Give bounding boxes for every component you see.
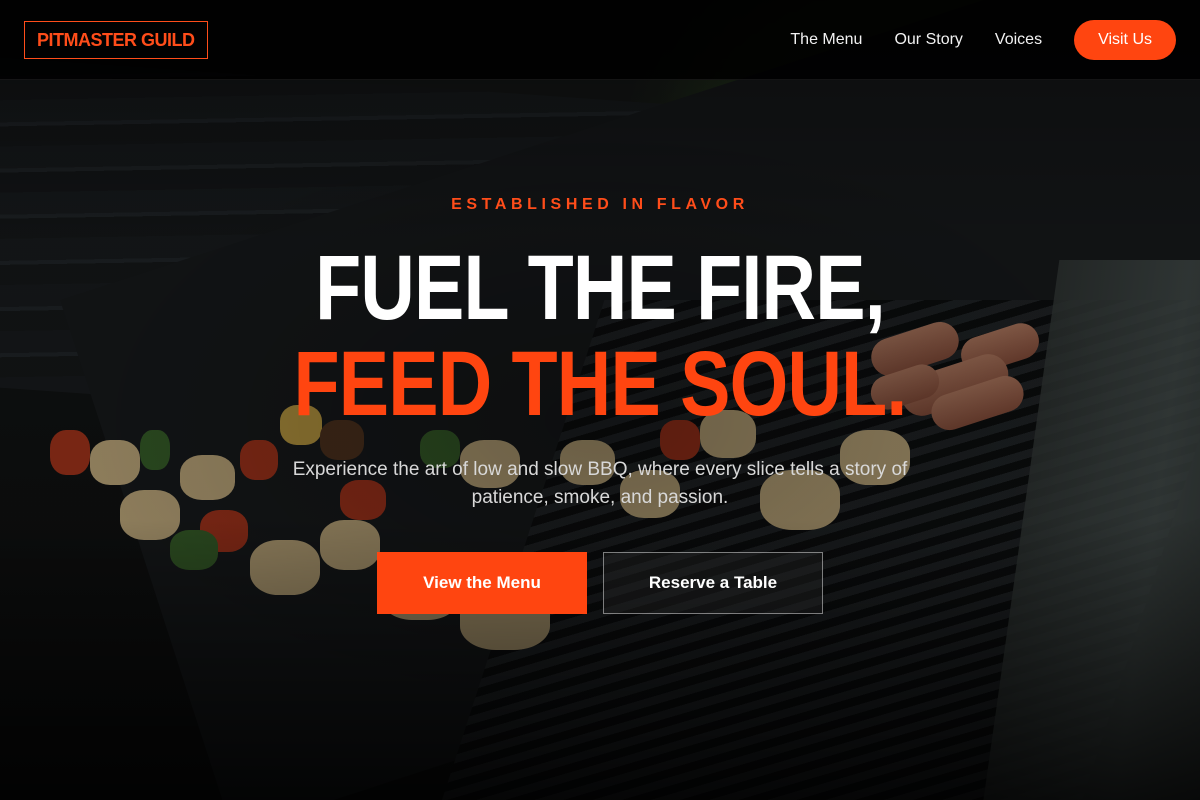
nav-link-our-story[interactable]: Our Story [894, 31, 962, 49]
nav-link-the-menu[interactable]: The Menu [790, 31, 862, 49]
nav-link-voices[interactable]: Voices [995, 31, 1042, 49]
headline-line-2: FEED THE SOUL. [293, 333, 907, 435]
hero-headline: FUEL THE FIRE, FEED THE SOUL. [108, 240, 1092, 432]
reserve-table-button[interactable]: Reserve a Table [603, 552, 823, 614]
hero-eyebrow: ESTABLISHED IN FLAVOR [451, 196, 749, 213]
logo[interactable]: PITMASTER GUILD [24, 20, 208, 59]
hero-content: ESTABLISHED IN FLAVOR FUEL THE FIRE, FEE… [0, 190, 1200, 614]
headline-line-1: FUEL THE FIRE, [315, 237, 886, 339]
view-menu-button[interactable]: View the Menu [377, 552, 587, 614]
main-nav: The Menu Our Story Voices Visit Us [790, 19, 1176, 60]
hero-cta-group: View the Menu Reserve a Table [0, 552, 1200, 614]
hero-subtitle: Experience the art of low and slow BBQ, … [292, 459, 908, 508]
visit-us-button[interactable]: Visit Us [1074, 19, 1176, 60]
site-header: PITMASTER GUILD The Menu Our Story Voice… [0, 0, 1200, 80]
